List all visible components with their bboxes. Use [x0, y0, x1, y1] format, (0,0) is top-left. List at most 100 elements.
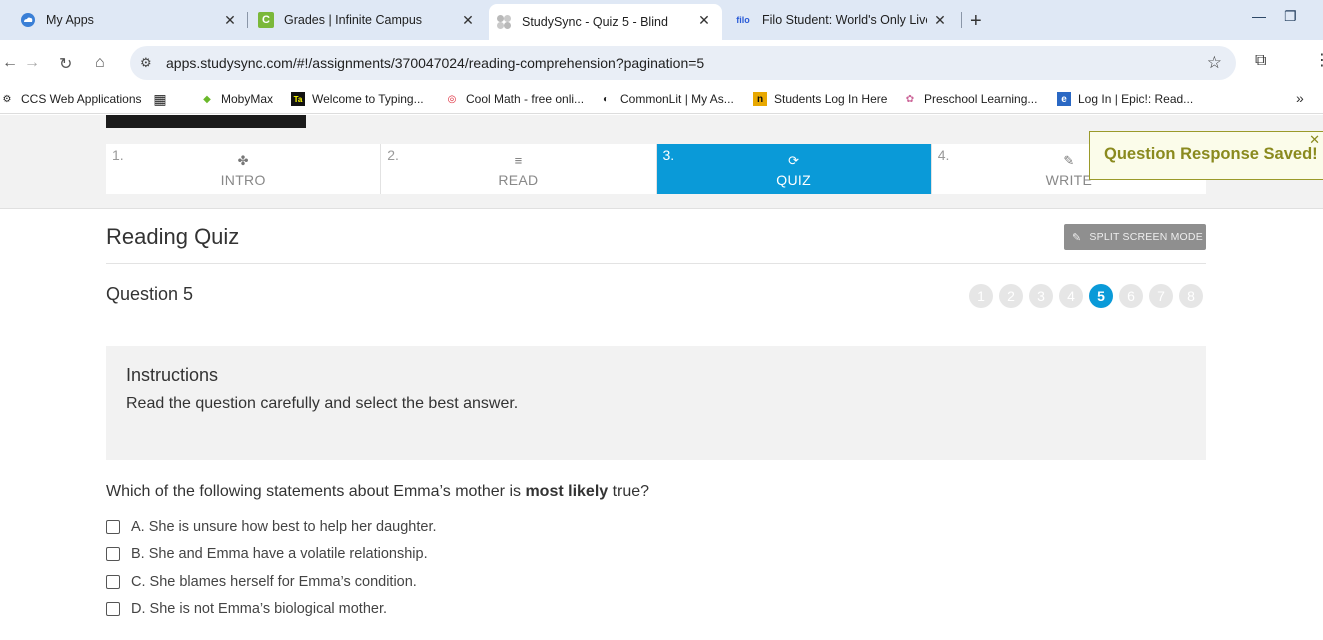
bookmark-mobymax[interactable]: ◆ MobyMax: [200, 92, 273, 106]
saved-toast: Question Response Saved! ✕: [1089, 131, 1323, 180]
page-button[interactable]: 4: [1059, 284, 1083, 308]
split-screen-label: SPLIT SCREEN MODE: [1089, 231, 1203, 243]
close-icon[interactable]: ✕: [460, 12, 476, 28]
mobymax-icon: ◆: [203, 93, 211, 105]
assignment-steps: 1. ✤ INTRO 2. ≡ READ 3. ⟳ QUIZ 4. ✎ WRIT…: [106, 144, 1206, 194]
step-read[interactable]: 2. ≡ READ: [381, 144, 657, 194]
restore-icon[interactable]: ❐: [1284, 8, 1297, 25]
fan-icon: ✤: [237, 153, 249, 168]
bookmark-label: Preschool Learning...: [924, 92, 1038, 106]
answer-checkbox[interactable]: [106, 574, 120, 589]
instructions-box: Instructions Read the question carefully…: [106, 346, 1206, 460]
page-button-current[interactable]: 5: [1089, 284, 1113, 308]
question-text: Which of the following statements about …: [106, 483, 649, 501]
answer-choice-b[interactable]: B. She and Emma have a volatile relation…: [106, 541, 437, 569]
close-icon[interactable]: ✕: [222, 12, 238, 28]
hero-image: [106, 115, 306, 128]
bookmark-apps-grid[interactable]: ▦: [153, 91, 174, 107]
close-icon[interactable]: ✕: [932, 12, 948, 28]
back-arrow-icon[interactable]: ←: [2, 54, 18, 72]
url-text[interactable]: apps.studysync.com/#!/assignments/370047…: [166, 55, 704, 71]
more-bookmarks-chevron-icon[interactable]: »: [1296, 90, 1304, 106]
instructions-title: Instructions: [126, 365, 219, 385]
answer-checkbox[interactable]: [106, 602, 120, 617]
answer-choice-a[interactable]: A. She is unsure how best to help her da…: [106, 513, 437, 541]
answer-label: C. She blames herself for Emma’s conditi…: [131, 573, 417, 590]
step-quiz[interactable]: 3. ⟳ QUIZ: [656, 144, 932, 194]
instructions-text: Read the question carefully and select t…: [126, 395, 519, 412]
split-screen-button[interactable]: ✎ SPLIT SCREEN MODE: [1064, 224, 1206, 250]
page-button[interactable]: 2: [999, 284, 1023, 308]
answer-checkbox[interactable]: [106, 519, 120, 534]
page-content: 1. ✤ INTRO 2. ≡ READ 3. ⟳ QUIZ 4. ✎ WRIT…: [0, 115, 1323, 640]
bookmark-ccs-web-applications[interactable]: ⚙ CCS Web Applications: [0, 92, 142, 106]
infinite-campus-icon: C: [258, 12, 274, 28]
step-number: 2.: [387, 147, 399, 163]
steps-band: 1. ✤ INTRO 2. ≡ READ 3. ⟳ QUIZ 4. ✎ WRIT…: [0, 115, 1323, 209]
answer-choice-c[interactable]: C. She blames herself for Emma’s conditi…: [106, 568, 437, 596]
browser-toolbar: ← → ↻ ⌂ ⚙ apps.studysync.com/#!/assignme…: [0, 40, 1323, 86]
question-number: Question 5: [106, 284, 194, 304]
page-button[interactable]: 8: [1179, 284, 1203, 308]
extensions-puzzle-icon[interactable]: ⧉: [1255, 52, 1266, 70]
step-intro[interactable]: 1. ✤ INTRO: [106, 144, 382, 194]
answer-label: B. She and Emma have a volatile relation…: [131, 546, 428, 563]
bookmark-typing[interactable]: Ta Welcome to Typing...: [291, 92, 424, 106]
step-label: INTRO: [220, 172, 266, 188]
tab-infinite-campus[interactable]: C Grades | Infinite Campus ✕: [258, 0, 486, 40]
pencil-icon: ✎: [1072, 231, 1082, 244]
close-icon[interactable]: ✕: [696, 12, 712, 28]
bookmark-label: MobyMax: [221, 92, 274, 106]
studysync-icon: [496, 14, 512, 30]
tab-title: Grades | Infinite Campus: [284, 13, 423, 27]
page-button[interactable]: 1: [969, 284, 993, 308]
bookmark-students-log-in[interactable]: n Students Log In Here: [753, 92, 887, 106]
tab-title: Filo Student: World's Only Live: [762, 13, 927, 27]
reload-icon[interactable]: ↻: [59, 54, 72, 74]
new-tab-plus-icon[interactable]: +: [970, 10, 982, 33]
tab-separator: [961, 12, 962, 28]
address-bar[interactable]: ⚙ apps.studysync.com/#!/assignments/3700…: [130, 46, 1236, 80]
cool-math-icon: ◎: [447, 93, 457, 105]
step-label: QUIZ: [776, 172, 811, 188]
close-icon[interactable]: ✕: [1309, 132, 1320, 148]
step-number: 4.: [937, 147, 950, 163]
students-login-icon: n: [753, 92, 767, 106]
answer-checkbox[interactable]: [106, 547, 120, 562]
forward-arrow-icon[interactable]: →: [24, 54, 40, 72]
bookmark-star-icon[interactable]: ☆: [1207, 53, 1222, 73]
quiz-header: Reading Quiz ✎ SPLIT SCREEN MODE: [106, 224, 1206, 264]
toast-message: Question Response Saved!: [1104, 145, 1318, 163]
site-info-icon[interactable]: ⚙: [140, 55, 160, 71]
bookmark-commonlit[interactable]: ◐ CommonLit | My As...: [599, 92, 734, 106]
tab-my-apps[interactable]: My Apps ✕: [20, 0, 248, 40]
answer-choice-d[interactable]: D. She is not Emma’s biological mother.: [106, 596, 437, 624]
bookmark-label: CCS Web Applications: [21, 92, 142, 106]
page-title: Reading Quiz: [106, 224, 240, 249]
minimize-icon[interactable]: —: [1252, 8, 1266, 24]
bookmark-label: Welcome to Typing...: [312, 92, 424, 106]
bookmarks-bar: ⚙ CCS Web Applications ▦ ◆ MobyMax Ta We…: [0, 86, 1323, 114]
bookmark-label: Cool Math - free onli...: [466, 92, 585, 106]
step-number: 3.: [662, 147, 675, 163]
home-icon[interactable]: ⌂: [95, 54, 105, 72]
page-button[interactable]: 3: [1029, 284, 1053, 308]
bookmark-cool-math[interactable]: ◎ Cool Math - free onli...: [445, 92, 584, 106]
bookmark-epic[interactable]: e Log In | Epic!: Read...: [1057, 92, 1193, 106]
answer-label: A. She is unsure how best to help her da…: [131, 518, 437, 535]
cloud-icon: [20, 12, 36, 28]
page-button[interactable]: 7: [1149, 284, 1173, 308]
answer-label: D. She is not Emma’s biological mother.: [131, 601, 388, 618]
question-post: true?: [608, 483, 650, 500]
menu-icon[interactable]: ⋮: [1314, 50, 1323, 70]
bookmark-preschool-learning[interactable]: ✿ Preschool Learning...: [903, 92, 1038, 106]
page-button[interactable]: 6: [1119, 284, 1143, 308]
gear-icon: ⚙: [2, 93, 12, 105]
refresh-icon: ⟳: [788, 153, 800, 168]
filo-icon: filo: [736, 15, 750, 25]
step-number: 1.: [112, 147, 124, 163]
tab-separator: [247, 12, 248, 28]
tab-filo[interactable]: filo Filo Student: World's Only Live ✕: [734, 0, 958, 40]
tab-studysync[interactable]: StudySync - Quiz 5 - Blind ✕: [489, 4, 722, 40]
question-pre: Which of the following statements about …: [106, 483, 526, 500]
